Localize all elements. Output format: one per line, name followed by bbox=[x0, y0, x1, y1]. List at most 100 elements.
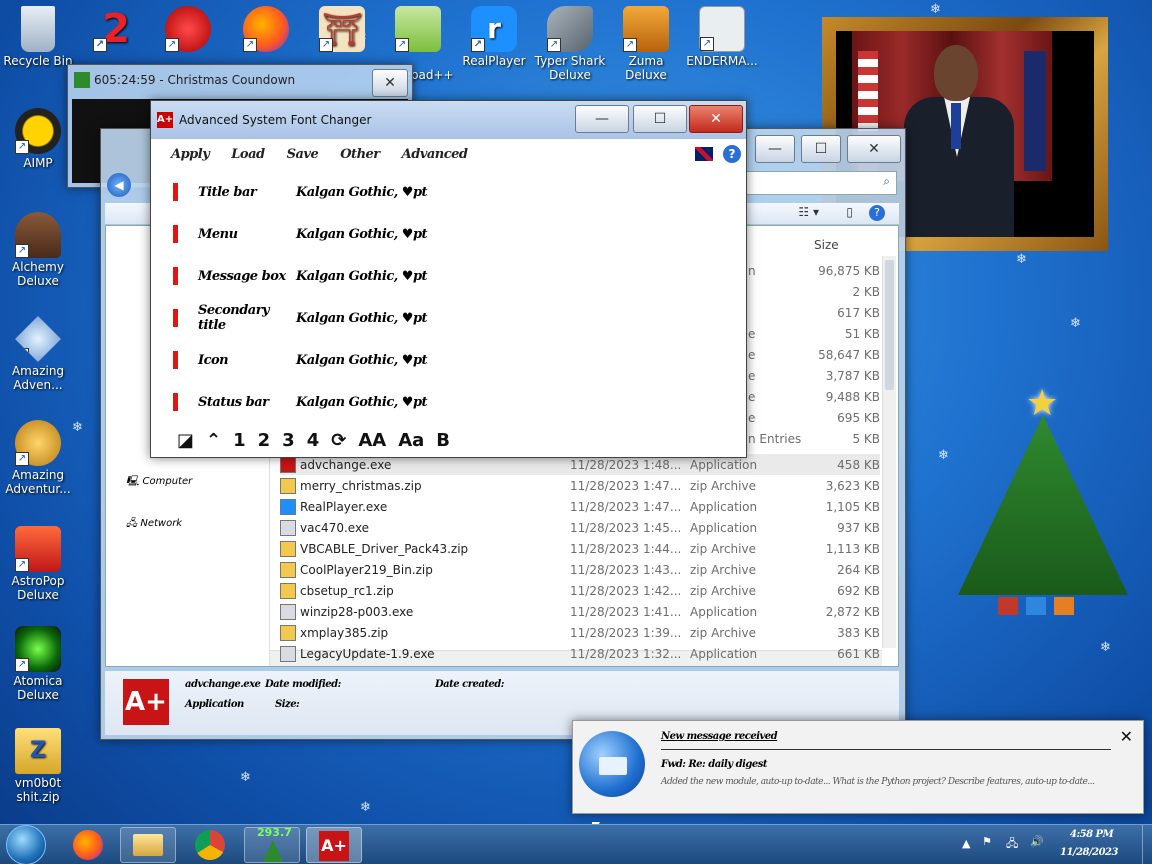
font-setting-sample[interactable]: Kalgan Gothic, ♥pt bbox=[296, 227, 428, 242]
close-icon[interactable]: ✕ bbox=[1120, 727, 1133, 746]
desktop-icon-realplayer[interactable]: r ↗ RealPlayer bbox=[456, 6, 532, 68]
close-button[interactable]: ✕ bbox=[372, 69, 408, 97]
toolbar-button[interactable]: Aa bbox=[398, 430, 424, 451]
help-icon[interactable]: ? bbox=[869, 205, 885, 221]
desktop-icon-recycle-bin[interactable]: Recycle Bin bbox=[0, 6, 76, 68]
volume-icon[interactable]: 🔊 bbox=[1030, 835, 1044, 848]
desktop-icon-alchemy[interactable]: ↗ Alchemy Deluxe bbox=[0, 212, 76, 288]
table-row[interactable]: RealPlayer.exe 11/28/2023 1:47... Applicat… bbox=[280, 496, 880, 517]
menu-item-apply[interactable]: Apply bbox=[171, 147, 210, 162]
desktop-icon-zip-file[interactable]: Z vm0b0t shit.zip bbox=[0, 728, 76, 804]
toolbar-button[interactable]: B bbox=[436, 430, 450, 451]
desktop-icon-mahjong[interactable]: ⛩ ↗ bbox=[304, 6, 380, 54]
mahjong-icon: ⛩ ↗ bbox=[319, 6, 365, 52]
action-center-icon[interactable]: ⚑ bbox=[982, 835, 992, 848]
toolbar-button[interactable]: 1 bbox=[233, 430, 246, 451]
taskbar-explorer[interactable] bbox=[120, 827, 176, 863]
scrollbar-thumb[interactable] bbox=[885, 260, 894, 390]
minimize-button[interactable]: — bbox=[575, 105, 629, 133]
table-row[interactable]: CoolPlayer219_Bin.zip 11/28/2023 1:43... z… bbox=[280, 559, 880, 580]
maximize-button[interactable]: ☐ bbox=[801, 135, 841, 163]
table-row[interactable]: winzip28-p003.exe 11/28/2023 1:41... Appli… bbox=[280, 601, 880, 622]
show-hidden-icons[interactable]: ▲ bbox=[962, 837, 970, 850]
font-setting-sample[interactable]: Kalgan Gothic, ♥pt bbox=[296, 185, 428, 200]
font-setting-sample[interactable]: Kalgan Gothic, ♥pt bbox=[296, 395, 428, 410]
file-size: 3,623 KB bbox=[825, 478, 880, 493]
preview-pane-icon[interactable]: ▯ bbox=[846, 205, 853, 219]
desktop-icon-firefox[interactable]: ↗ bbox=[228, 6, 304, 54]
toolbar-button[interactable]: ⌃ bbox=[206, 430, 221, 451]
minimize-button[interactable]: — bbox=[755, 135, 795, 163]
desktop-icon-enderman[interactable]: ↗ ENDERMA... bbox=[684, 6, 760, 68]
table-row[interactable]: merry_christmas.zip 11/28/2023 1:47... zip… bbox=[280, 475, 880, 496]
desktop-icon-atomica[interactable]: ↗ Atomica Deluxe bbox=[0, 626, 76, 702]
start-button[interactable] bbox=[6, 825, 46, 864]
menu-item-advanced[interactable]: Advanced bbox=[402, 147, 468, 162]
mail-notification[interactable]: New message received Fwd: Re: daily dige… bbox=[572, 720, 1144, 814]
views-icon[interactable]: ☷ ▾ bbox=[798, 205, 819, 219]
computer-icon: 🖳 bbox=[126, 476, 140, 487]
font-setting-row[interactable]: Title bar Kalgan Gothic, ♥pt bbox=[173, 181, 428, 203]
desktop-icon-typer-shark[interactable]: ↗ Typer Shark Deluxe bbox=[532, 6, 608, 82]
file-name: RealPlayer.exe bbox=[300, 499, 388, 514]
vertical-scrollbar[interactable] bbox=[882, 256, 896, 648]
clock-time[interactable]: 4:58 PM bbox=[1070, 829, 1114, 840]
table-row[interactable]: vac470.exe 11/28/2023 1:45... Application 9… bbox=[280, 517, 880, 538]
network-icon: 🖧 bbox=[126, 518, 138, 529]
clock-date[interactable]: 11/28/2023 bbox=[1060, 847, 1118, 858]
table-row[interactable]: xmplay385.zip 11/28/2023 1:39... zip Archi… bbox=[280, 622, 880, 643]
close-button[interactable]: ✕ bbox=[689, 105, 743, 133]
taskbar-chrome[interactable] bbox=[182, 827, 238, 863]
gift-icon bbox=[1054, 597, 1074, 615]
toolbar-button[interactable]: 2 bbox=[258, 430, 271, 451]
taskbar-countdown[interactable]: 293.7 bbox=[244, 826, 300, 863]
font-changer-window[interactable]: A+ Advanced System Font Changer — ☐ ✕ Ap… bbox=[150, 100, 747, 458]
nav-item-computer[interactable]: 🖳 Computer bbox=[126, 474, 192, 491]
nav-item-network[interactable]: 🖧 Network bbox=[126, 516, 182, 533]
close-button[interactable]: ✕ bbox=[847, 135, 901, 163]
network-icon[interactable]: 🖧 bbox=[1006, 835, 1018, 854]
menu-item-other[interactable]: Other bbox=[340, 147, 380, 162]
column-header-size[interactable]: Size bbox=[814, 238, 839, 252]
details-modified-label: Date modified: bbox=[265, 679, 341, 690]
show-desktop-button[interactable] bbox=[1142, 825, 1152, 864]
desktop-icon-chuzzle[interactable]: ↗ bbox=[150, 6, 226, 54]
font-setting-row[interactable]: Status bar Kalgan Gothic, ♥pt bbox=[173, 391, 428, 413]
font-setting-sample[interactable]: Kalgan Gothic, ♥pt bbox=[296, 353, 428, 368]
maximize-button[interactable]: ☐ bbox=[633, 105, 687, 133]
partial-type-cell: e bbox=[748, 390, 756, 404]
font-setting-row[interactable]: Secondary title Kalgan Gothic, ♥pt bbox=[173, 303, 428, 333]
table-row[interactable]: VBCABLE_Driver_Pack43.zip 11/28/2023 1:44… bbox=[280, 538, 880, 559]
back-button[interactable]: ◀ bbox=[107, 173, 131, 197]
toolbar-button[interactable]: ⟳ bbox=[331, 430, 346, 451]
font-setting-sample[interactable]: Kalgan Gothic, ♥pt bbox=[296, 269, 428, 284]
font-setting-row[interactable]: Message box Kalgan Gothic, ♥pt bbox=[173, 265, 428, 287]
uk-flag-icon[interactable] bbox=[695, 147, 713, 161]
font-setting-row[interactable]: Menu Kalgan Gothic, ♥pt bbox=[173, 223, 428, 245]
table-row[interactable]: LegacyUpdate-1.9.exe 11/28/2023 1:32... Ap… bbox=[280, 643, 880, 664]
file-type: Application bbox=[690, 646, 758, 661]
christmas-tree-gadget[interactable]: ★ bbox=[948, 383, 1138, 625]
taskbar-font-changer[interactable]: A+ bbox=[306, 827, 362, 863]
taskbar-firefox[interactable] bbox=[60, 827, 116, 863]
font-setting-row[interactable]: Icon Kalgan Gothic, ♥pt bbox=[173, 349, 428, 371]
desktop-icon-amazing-adventures-2[interactable]: ↗ Amazing Adventur... bbox=[0, 420, 76, 496]
desktop-icon-aimp[interactable]: ↗ AIMP bbox=[0, 108, 76, 170]
toolbar-button[interactable]: AA bbox=[358, 430, 386, 451]
toolbar-button[interactable]: 4 bbox=[307, 430, 320, 451]
desktop-icon-zuma[interactable]: ↗ Zuma Deluxe bbox=[608, 6, 684, 82]
font-setting-sample[interactable]: Kalgan Gothic, ♥pt bbox=[296, 311, 428, 326]
desktop-icon-astropop[interactable]: ↗ AstroPop Deluxe bbox=[0, 526, 76, 602]
help-icon[interactable]: ? bbox=[723, 145, 741, 163]
table-row[interactable]: cbsetup_rc1.zip 11/28/2023 1:42... zip Arc… bbox=[280, 580, 880, 601]
menu-item-save[interactable]: Save bbox=[287, 147, 319, 162]
countdown-titlebar[interactable]: 605:24:59 - Christmas Coundown bbox=[68, 65, 412, 95]
toolbar-button[interactable]: 3 bbox=[282, 430, 295, 451]
desktop-icon-amazing-adventures[interactable]: ↗ Amazing Adven... bbox=[0, 316, 76, 392]
font-setting-label: Menu bbox=[198, 226, 238, 242]
menu-item-load[interactable]: Load bbox=[231, 147, 265, 162]
desktop-icon-app-2[interactable]: 2 ↗ bbox=[78, 6, 154, 54]
app-icon: A+ bbox=[157, 112, 173, 128]
color-marker bbox=[173, 351, 178, 369]
toolbar-button[interactable]: ◪ bbox=[177, 430, 194, 451]
